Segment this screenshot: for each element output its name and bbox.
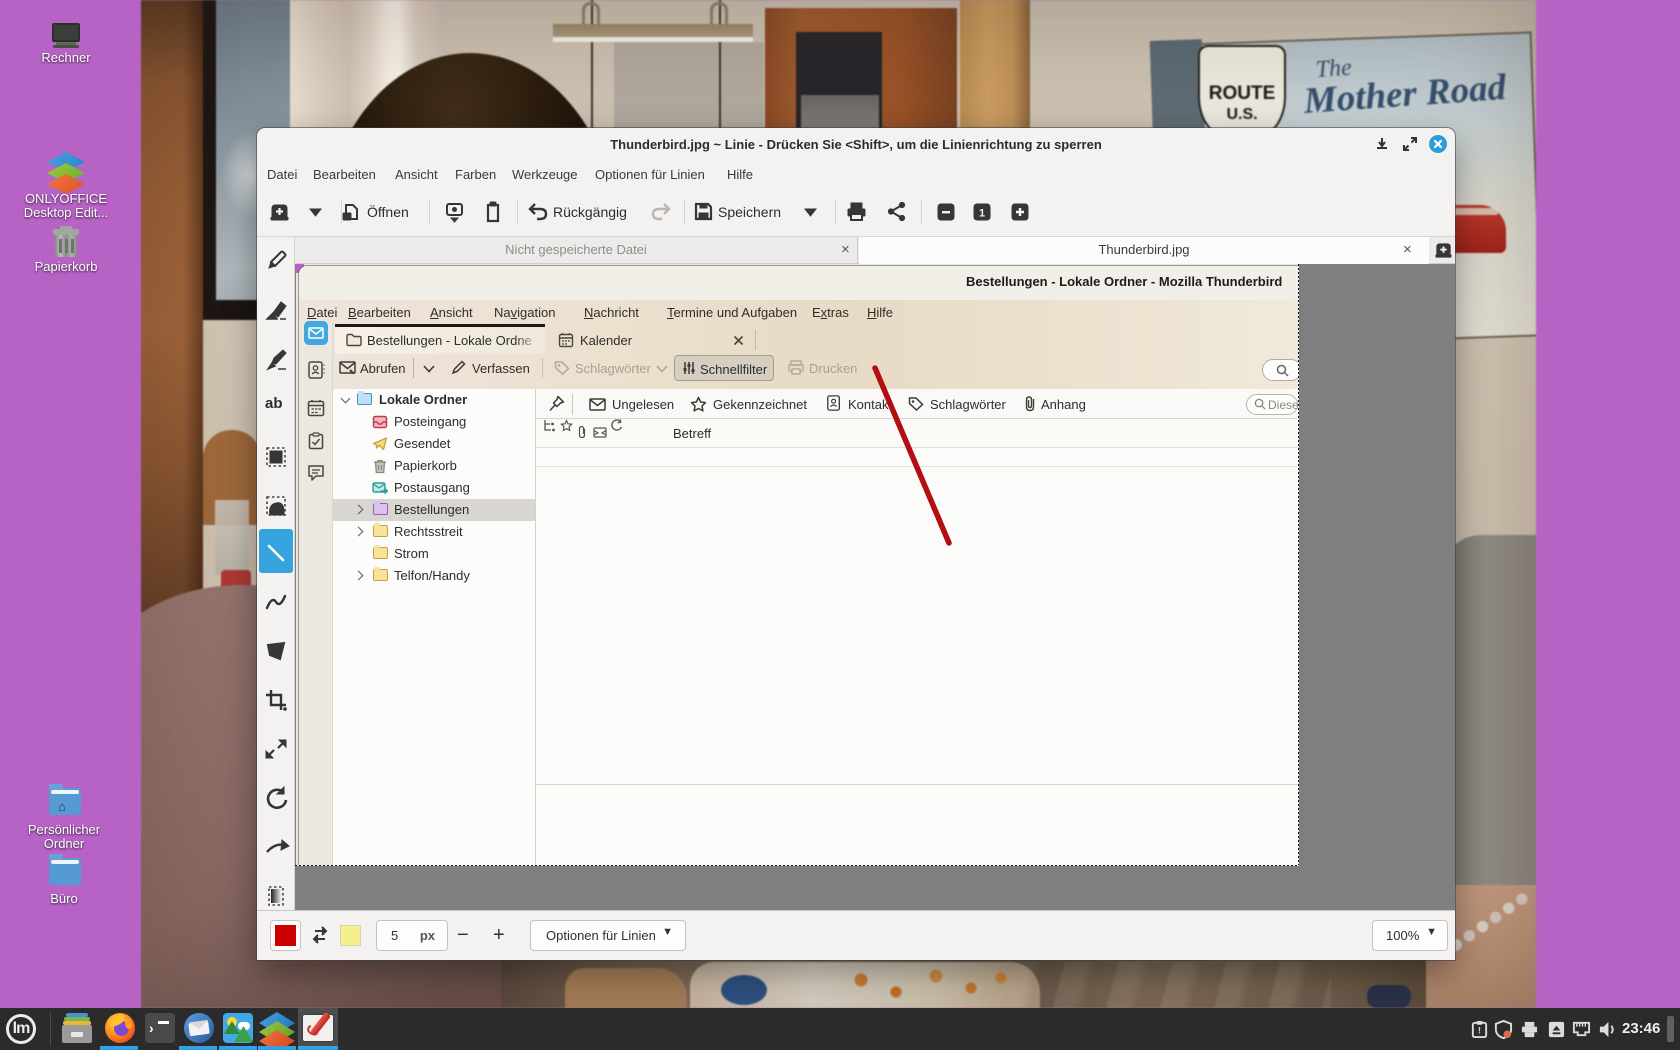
- svg-text:1: 1: [979, 208, 985, 220]
- svg-text:!: !: [1478, 1025, 1481, 1036]
